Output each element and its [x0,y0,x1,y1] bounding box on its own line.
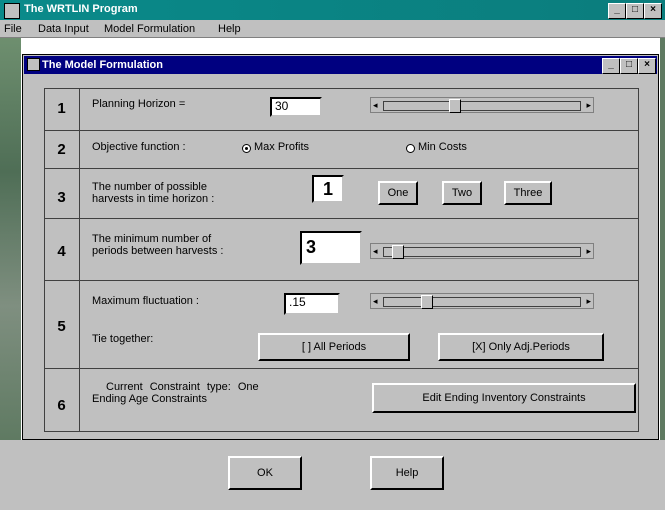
min-periods-label-line2: periods between harvests : [92,245,224,257]
min-costs-label[interactable]: Min Costs [418,141,467,153]
row-min-periods: 4 The minimum number of periods between … [44,218,639,280]
slider-track[interactable] [383,297,581,307]
planning-horizon-slider[interactable]: ◂ ▸ [370,97,594,113]
dialog-title: The Model Formulation [42,59,163,71]
min-periods-label-line1: The minimum number of [92,233,212,245]
row-ending-constraints: 6 Current Constraint type: One Ending Ag… [44,368,639,432]
background-image-right [660,38,665,440]
slider-thumb[interactable] [448,99,461,113]
min-periods-value[interactable]: 3 [300,231,362,265]
slider-track[interactable] [383,247,581,257]
ok-button[interactable]: OK [228,456,302,490]
menu-bar: File Data Input Model Formulation Help [0,20,665,38]
minimize-button[interactable]: _ [608,3,626,19]
slider-track[interactable] [383,101,581,111]
only-adj-periods-button[interactable]: [X] Only Adj.Periods [438,333,604,361]
dialog-maximize-button[interactable]: □ [620,58,638,74]
three-button[interactable]: Three [504,181,552,205]
help-button[interactable]: Help [370,456,444,490]
two-button[interactable]: Two [442,181,482,205]
current-constraint-type: Current Constraint type: One [106,381,259,393]
row-number-of-harvests: 3 The number of possible harvests in tim… [44,168,639,218]
program-title: The WRTLIN Program [24,3,138,15]
ending-age-constraints-label: Ending Age Constraints [92,393,207,405]
close-button[interactable]: × [644,3,662,19]
menu-help[interactable]: Help [218,23,241,35]
edit-ending-inventory-button[interactable]: Edit Ending Inventory Constraints [372,383,636,413]
planning-horizon-label: Planning Horizon = [92,98,186,110]
maximize-button[interactable]: □ [626,3,644,19]
max-fluctuation-slider[interactable]: ◂ ▸ [370,293,594,309]
harvests-label-line1: The number of possible [92,181,207,193]
max-profits-radio[interactable] [242,144,251,153]
menu-file[interactable]: File [4,23,22,35]
slider-right-arrow[interactable]: ▸ [586,246,591,257]
one-button[interactable]: One [378,181,418,205]
max-fluctuation-input[interactable]: .15 [284,293,340,315]
row-number: 1 [44,88,80,130]
dialog-close-button[interactable]: × [638,58,656,74]
max-fluctuation-label: Maximum fluctuation : [92,295,199,307]
min-periods-slider[interactable]: ◂ ▸ [370,243,594,259]
slider-thumb[interactable] [420,295,433,309]
dialog-minimize-button[interactable]: _ [602,58,620,74]
row-number: 2 [44,131,80,168]
row-planning-horizon: 1 Planning Horizon = 30 ◂ ▸ [44,88,639,130]
harvests-label-line2: harvests in time horizon : [92,193,215,205]
slider-left-arrow[interactable]: ◂ [373,296,378,307]
tie-together-label: Tie together: [92,333,154,345]
program-title-bar: The WRTLIN Program _ □ × [0,0,665,20]
menu-data-input[interactable]: Data Input [38,23,89,35]
slider-left-arrow[interactable]: ◂ [373,246,378,257]
slider-left-arrow[interactable]: ◂ [373,100,378,111]
slider-right-arrow[interactable]: ▸ [586,100,591,111]
dialog-title-bar: The Model Formulation _ □ × [24,56,657,74]
harvests-value[interactable]: 1 [312,175,344,203]
max-profits-label[interactable]: Max Profits [254,141,309,153]
planning-horizon-input[interactable]: 30 [270,97,322,117]
footer-area [0,440,665,510]
objective-function-label: Objective function : [92,141,186,153]
app-icon[interactable] [4,3,20,19]
slider-right-arrow[interactable]: ▸ [586,296,591,307]
row-number: 3 [44,169,80,218]
row-max-fluctuation: 5 Maximum fluctuation : .15 ◂ ▸ Tie toge… [44,280,639,368]
background-image [0,38,21,440]
menu-model-formulation[interactable]: Model Formulation [104,23,195,35]
all-periods-button[interactable]: [ ] All Periods [258,333,410,361]
row-objective-function: 2 Objective function : Max Profits Min C… [44,130,639,168]
row-number: 6 [44,369,80,432]
row-number: 4 [44,219,80,280]
min-costs-radio[interactable] [406,144,415,153]
dialog-icon[interactable] [27,58,40,71]
slider-thumb[interactable] [392,245,405,259]
row-number: 5 [44,281,80,368]
